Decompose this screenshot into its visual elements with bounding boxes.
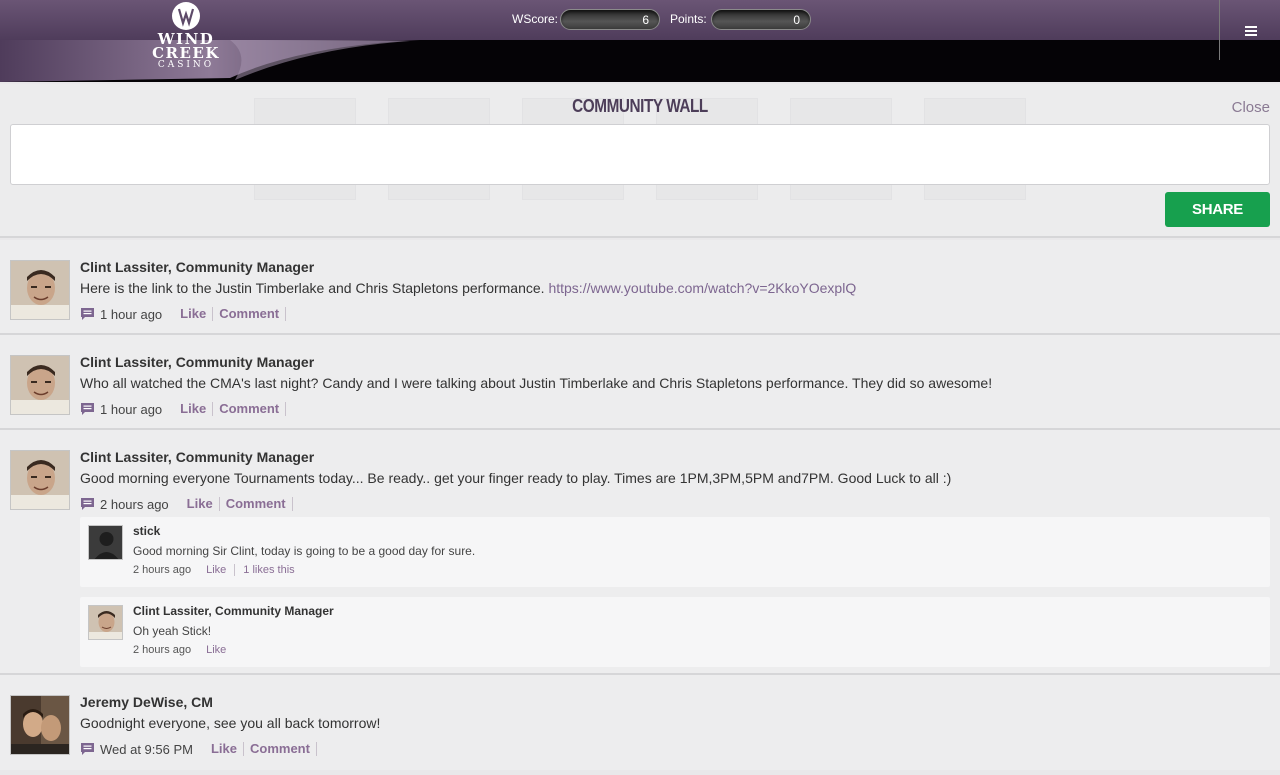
like-button[interactable]: Like — [181, 497, 220, 511]
post-author[interactable]: Clint Lassiter, Community Manager — [80, 354, 314, 370]
post-feed: Clint Lassiter, Community Manager Here i… — [0, 240, 1280, 770]
comment-bubble-icon — [81, 498, 94, 510]
youtube-link[interactable]: https://www.youtube.com/watch?v=2KkoYOex… — [548, 280, 856, 296]
community-wall-compose: COMMUNITY WALL Close SHARE — [0, 84, 1280, 238]
reply-item: Clint Lassiter, Community Manager Oh yea… — [80, 597, 1270, 667]
logo-subtitle: CASINO — [157, 60, 215, 70]
reply-author[interactable]: stick — [133, 524, 160, 538]
like-button[interactable]: Like — [205, 742, 244, 756]
post-time: 1 hour ago — [100, 401, 163, 417]
post-time: 1 hour ago — [100, 306, 163, 322]
reply-time: 2 hours ago — [133, 564, 192, 576]
post-meta: 2 hours ago Like Comment — [80, 496, 293, 512]
default-user-avatar-icon[interactable] — [88, 525, 123, 560]
post-input[interactable] — [10, 124, 1270, 185]
post-meta: 1 hour ago Like Comment — [80, 401, 287, 417]
post-time: 2 hours ago — [100, 496, 169, 512]
comment-button[interactable]: Comment — [213, 307, 287, 321]
post-text: Goodnight everyone, see you all back tom… — [80, 715, 381, 731]
post-author[interactable]: Jeremy DeWise, CM — [80, 694, 213, 710]
like-button[interactable]: Like — [174, 307, 214, 321]
post-item: Clint Lassiter, Community Manager Good m… — [0, 430, 1280, 675]
avatar[interactable] — [10, 450, 70, 510]
comment-bubble-icon — [81, 743, 94, 755]
reply-meta: 2 hours ago Like 1 likes this — [133, 564, 295, 576]
wscore-label: WScore: — [512, 12, 559, 26]
page-title: COMMUNITY WALL — [572, 96, 708, 116]
post-body: Here is the link to the Justin Timberlak… — [80, 280, 549, 296]
reply-text: Good morning Sir Clint, today is going t… — [133, 544, 476, 558]
post-author[interactable]: Clint Lassiter, Community Manager — [80, 259, 314, 275]
comment-button[interactable]: Comment — [220, 497, 293, 511]
avatar[interactable] — [10, 355, 70, 415]
like-button[interactable]: Like — [174, 402, 214, 416]
post-meta: 1 hour ago Like Comment — [80, 306, 287, 322]
logo-name: WIND CREEK — [152, 30, 220, 62]
points-value: 0 — [711, 9, 811, 30]
avatar[interactable] — [10, 695, 70, 755]
comment-button[interactable]: Comment — [244, 742, 317, 756]
avatar[interactable] — [10, 260, 70, 320]
post-item: Clint Lassiter, Community Manager Who al… — [0, 335, 1280, 430]
reply-text: Oh yeah Stick! — [133, 624, 212, 638]
reply-likes-count[interactable]: 1 likes this — [235, 564, 294, 576]
hamburger-menu-icon[interactable] — [1236, 20, 1266, 44]
share-button[interactable]: SHARE — [1165, 192, 1270, 227]
comment-bubble-icon — [81, 308, 94, 320]
comment-button[interactable]: Comment — [213, 402, 287, 416]
points-label: Points: — [670, 12, 707, 26]
post-text: Good morning everyone Tournaments today.… — [80, 470, 952, 486]
post-time: Wed at 9:56 PM — [100, 741, 193, 757]
avatar[interactable] — [88, 605, 123, 640]
reply-like-button[interactable]: Like — [198, 564, 236, 576]
wscore-value: 6 — [560, 9, 660, 30]
reply-meta: 2 hours ago Like — [133, 644, 234, 656]
wind-creek-logo[interactable]: WIND CREEK CASINO — [130, 0, 242, 70]
reply-author[interactable]: Clint Lassiter, Community Manager — [133, 604, 334, 618]
post-text: Who all watched the CMA's last night? Ca… — [80, 375, 993, 391]
reply-time: 2 hours ago — [133, 644, 192, 656]
post-item: Clint Lassiter, Community Manager Here i… — [0, 240, 1280, 335]
site-header: WIND CREEK CASINO WScore: 6 Points: 0 — [0, 0, 1280, 82]
post-item: Jeremy DeWise, CM Goodnight everyone, se… — [0, 675, 1280, 770]
post-author[interactable]: Clint Lassiter, Community Manager — [80, 449, 314, 465]
close-button[interactable]: Close — [1232, 99, 1270, 116]
post-text: Here is the link to the Justin Timberlak… — [80, 280, 856, 296]
logo-emblem-icon — [172, 2, 200, 30]
comment-bubble-icon — [81, 403, 94, 415]
post-meta: Wed at 9:56 PM Like Comment — [80, 741, 317, 757]
reply-item: stick Good morning Sir Clint, today is g… — [80, 517, 1270, 587]
reply-like-button[interactable]: Like — [198, 644, 234, 656]
menu-divider — [1219, 0, 1220, 60]
